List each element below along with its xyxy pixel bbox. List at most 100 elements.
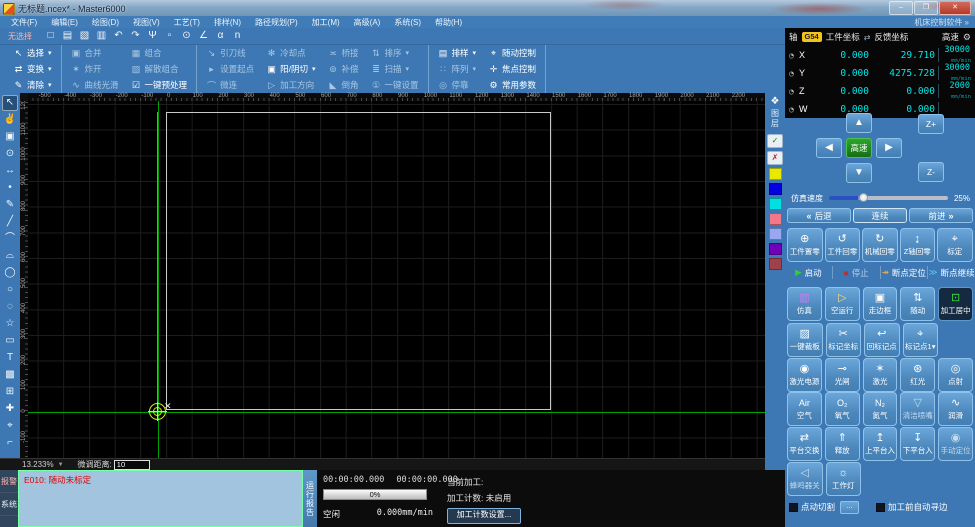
job-count-settings-button[interactable]: 加工计数设置... [447,508,521,524]
workpiece-go-zero-button[interactable]: ↺ 工件回零 [824,228,860,262]
jog-cut-checkbox[interactable] [789,502,798,512]
select-button[interactable]: ↖ 选择 ▾ [7,45,58,61]
merge-button[interactable]: ▣ 合并 [65,45,125,61]
circle-tool[interactable]: ○ [2,282,18,298]
probe-icon[interactable]: Ψ [144,28,161,44]
gear-icon[interactable]: ⚙ [963,32,971,43]
jog-right-button[interactable]: ▶ [876,138,902,158]
save-icon[interactable]: ▥ [93,28,110,44]
star-tool[interactable]: ☆ [2,316,18,332]
menu-item-3[interactable]: 视图(V) [126,17,167,28]
nesting-button[interactable]: ▤ 排样 ▾ [432,45,483,61]
jog-left-button[interactable]: ◀ [816,138,842,158]
menu-item-4[interactable]: 工艺(T) [167,17,207,28]
alarm-list[interactable]: E010: 随动未标定 [18,470,303,527]
menu-item-0[interactable]: 文件(F) [4,17,44,28]
manual-position-button[interactable]: ◉ 手动定位 [938,427,973,461]
follow-button[interactable]: ⇅ 随动 [900,287,936,321]
select-tool[interactable]: ↖ [2,95,18,111]
measure-tool[interactable]: ↔ [2,163,18,179]
menu-item-8[interactable]: 高级(A) [347,17,388,28]
jog-down-button[interactable]: ▼ [846,163,872,183]
maximize-button[interactable]: ❐ [914,1,938,15]
sort-button[interactable]: ⇅ 排序 ▾ [364,45,424,61]
menu-item-9[interactable]: 系统(S) [387,17,428,28]
pallet-exchange-button[interactable]: ⇄ 平台交换 [787,427,822,461]
laser-button[interactable]: ✶ 激光 [862,358,898,392]
menu-item-1[interactable]: 编辑(E) [44,17,85,28]
scan-button[interactable]: ≣ 扫描 ▾ [364,61,424,77]
zoom-window-tool[interactable]: ▣ [2,129,18,145]
zoom-level[interactable]: 13.233% [22,460,54,469]
jog-cut-more-button[interactable]: ... [840,500,860,514]
goto-mark-button[interactable]: ↩ 回标记点 [864,323,900,357]
micro-joint-button[interactable]: ⌒ 微连 [200,77,260,93]
center-work-button[interactable]: ⊡ 加工居中 [938,287,973,321]
cross-tool[interactable]: ✚ [2,401,18,417]
machine-control-link[interactable]: 机床控制软件 » [914,17,969,28]
focus-control-button[interactable]: ✛ 焦点控制 [482,61,542,77]
bridge-button[interactable]: ≍ 桥接 [321,45,364,61]
lead-line-button[interactable]: ↘ 引刀线 [200,45,260,61]
work-light-button[interactable]: ☼ 工作灯 [825,462,861,496]
upper-pallet-in-button[interactable]: ↥ 上平台入 [862,427,898,461]
point-tool[interactable]: • [2,180,18,196]
ungroup-button[interactable]: ▧ 解散组合 [125,61,194,77]
layer-color-6[interactable] [768,258,782,270]
array-button[interactable]: ∷ 阵列 ▾ [432,61,483,77]
shutter-button[interactable]: ⊸ 光闸 [824,358,860,392]
cooling-point-button[interactable]: ✻ 冷却点 [260,45,321,61]
clean-nozzle-button[interactable]: ▽ 清洁喷嘴 [900,392,936,426]
layer-cancel-button[interactable]: ✗ [767,151,783,165]
sim-speed-slider[interactable] [829,193,948,202]
array-tool[interactable]: ⊞ [2,384,18,400]
log-tab-0[interactable]: 报警 [0,470,18,493]
menu-item-6[interactable]: 路径规划(P) [248,17,305,28]
oxygen-button[interactable]: O₂ 氧气 [824,392,860,426]
new-file-icon[interactable]: □ [42,28,59,44]
canvas-grid[interactable]: ✕ [28,101,765,458]
calibrate-button[interactable]: ⌖ 标定 [937,228,973,262]
lubricate-button[interactable]: ∿ 润滑 [938,392,973,426]
clear-button[interactable]: ✎ 清除 ▾ [7,77,58,93]
simulate-button[interactable]: ▥ 仿真 [787,287,822,321]
mark-coordinate-button[interactable]: ✂ 标记坐标 [825,323,861,357]
close-button[interactable]: ✕ [939,1,971,15]
text-tool[interactable]: T [2,350,18,366]
nitrogen-button[interactable]: N₂ 氮气 [862,392,898,426]
speed-mode-label[interactable]: 高速 [942,31,959,43]
one-key-setting-button[interactable]: ① 一键设置 [364,77,424,93]
menu-item-7[interactable]: 加工(M) [305,17,347,28]
transform-button[interactable]: ⇄ 变换 ▾ [7,61,58,77]
dock-button[interactable]: ◎ 停靠 [432,77,483,93]
machine-home-button[interactable]: ↻ 机械回零 [862,228,898,262]
g54-badge[interactable]: G54 [801,32,822,42]
undo-icon[interactable]: ↶ [110,28,127,44]
workpiece-set-zero-button[interactable]: ⊕ 工件置零 [787,228,823,262]
compensation-button[interactable]: ⊚ 补偿 [321,61,364,77]
laser-power-button[interactable]: ◉ 激光电源 [787,358,822,392]
obround-tool[interactable]: ◌ [2,299,18,315]
layer-color-0[interactable] [768,168,782,180]
red-light-button[interactable]: ⊛ 红光 [900,358,936,392]
jog-z-plus-button[interactable]: Z+ [918,114,944,134]
jog-speed-mode-button[interactable]: 高速 [846,138,872,158]
start-button[interactable]: ▶ 启动 [785,266,833,279]
stop-button[interactable]: ■ 停止 [833,266,881,279]
release-button[interactable]: ⇑ 释放 [824,427,860,461]
cut-mode-button[interactable]: ▣ 阳/阴切 ▾ [260,61,321,77]
import-icon[interactable]: ▤ [59,28,76,44]
breakpoint-continue-button[interactable]: ≫ 断点继续 [928,266,975,279]
dry-run-button[interactable]: ▷ 空运行 [824,287,860,321]
mark-point-1-button[interactable]: ⌖ 标记点1▾ [902,323,938,357]
measure-icon[interactable]: ∠ [195,28,212,44]
minimize-button[interactable]: – [889,1,913,15]
lower-pallet-in-button[interactable]: ↧ 下平台入 [900,427,936,461]
layer-color-2[interactable] [768,198,782,210]
preprocess-button[interactable]: ☑ 一键预处理 [125,77,194,93]
walk-frame-button[interactable]: ▣ 走边框 [862,287,898,321]
redo-icon[interactable]: ↷ [127,28,144,44]
layer-color-5[interactable] [768,243,782,255]
menu-item-5[interactable]: 排样(N) [207,17,248,28]
nudge-distance-input[interactable] [113,459,150,470]
